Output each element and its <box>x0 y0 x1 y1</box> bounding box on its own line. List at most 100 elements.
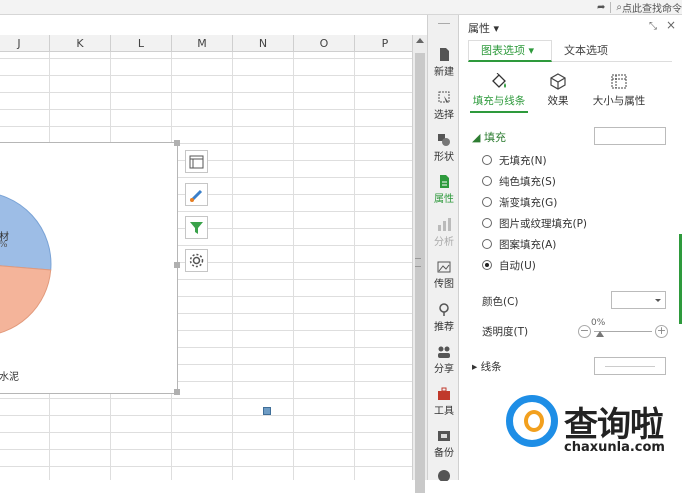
properties-icon <box>440 175 449 188</box>
line-section-title: 线条 <box>480 361 502 373</box>
column-header-o[interactable]: O <box>294 35 355 51</box>
dock-item-share[interactable]: 分享 <box>428 345 460 375</box>
chart-style-brush-icon <box>190 189 203 202</box>
column-header-l[interactable]: L <box>111 35 172 51</box>
chart-elements-icon <box>189 155 204 168</box>
fill-option-pattern[interactable]: 图案填充(A) <box>482 236 556 252</box>
scroll-up-icon[interactable] <box>416 38 424 43</box>
dock-item-new[interactable]: 新建 <box>428 48 460 78</box>
fill-option-label: 图片或纹理填充(P) <box>499 217 588 230</box>
command-search[interactable]: ➦ ⌕ 点此查找命令 <box>597 0 682 15</box>
scroll-thumb[interactable] <box>415 53 425 493</box>
right-dock: 新建 选择 形状 属性 分析 传图 推荐 分享 工具 备份 <box>427 15 460 482</box>
watermark-url: chaxunla.com <box>564 440 665 455</box>
dock-label-share: 分享 <box>434 364 454 375</box>
fill-option-auto[interactable]: 自动(U) <box>482 257 536 273</box>
column-header-p[interactable]: P <box>355 35 412 51</box>
radio-picture-fill[interactable] <box>482 218 492 228</box>
resize-handle-top-right[interactable] <box>174 140 180 146</box>
dock-item-properties[interactable]: 属性 <box>428 175 460 205</box>
selection-marker[interactable] <box>263 407 271 415</box>
dock-label-shapes: 形状 <box>434 152 454 163</box>
transparency-value: 0% <box>591 318 606 328</box>
magnifier-logo-icon <box>506 395 558 447</box>
subtab-size-label: 大小与属性 <box>592 95 646 107</box>
pie-chart[interactable]: 材 % 水泥 <box>0 140 180 395</box>
collapse-triangle-icon: ◢ <box>472 131 484 144</box>
column-header-m[interactable]: M <box>172 35 233 51</box>
panel-resize-grip[interactable] <box>415 258 421 267</box>
dock-item-toolbox[interactable]: 工具 <box>428 387 460 417</box>
dock-item-analysis[interactable]: 分析 <box>428 218 460 248</box>
fill-section-toggle[interactable]: ◢ 填充 <box>472 129 506 145</box>
radio-pattern-fill[interactable] <box>482 239 492 249</box>
dock-label-select: 选择 <box>434 110 454 121</box>
panel-title[interactable]: 属性 ▾ <box>468 20 499 36</box>
fill-option-label: 自动(U) <box>499 259 536 272</box>
pie-label-shuini: 水泥 <box>0 372 19 383</box>
watermark-logo: 查询啦 chaxunla.com <box>506 395 682 463</box>
resize-handle-right[interactable] <box>174 262 180 268</box>
radio-gradient-fill[interactable] <box>482 197 492 207</box>
tab-text-options[interactable]: 文本选项 <box>564 40 608 62</box>
subtab-size-and-properties[interactable]: 大小与属性 <box>588 73 650 108</box>
fill-option-label: 无填充(N) <box>499 154 547 167</box>
subtab-fill-label: 填充与线条 <box>472 95 526 107</box>
line-preview-box <box>594 357 666 375</box>
expand-triangle-icon: ▸ <box>472 361 481 373</box>
slider-thumb[interactable] <box>596 331 604 337</box>
command-search-hint: 点此查找命令 <box>622 3 682 15</box>
dock-label-upload-image: 传图 <box>434 279 454 290</box>
chart-style-button[interactable] <box>185 183 208 206</box>
shapes-icon <box>438 134 450 146</box>
dock-item-recommend[interactable]: 推荐 <box>428 303 460 333</box>
transparency-label: 透明度(T) <box>482 326 529 338</box>
dock-label-new: 新建 <box>434 67 454 78</box>
share-arrow-icon[interactable]: ➦ <box>597 2 605 13</box>
dock-label-backup: 备份 <box>434 448 454 459</box>
dock-item-upload-image[interactable]: 传图 <box>428 260 460 290</box>
size-grid-icon <box>611 74 627 89</box>
column-header-j[interactable]: J <box>0 35 50 51</box>
fill-option-picture[interactable]: 图片或纹理填充(P) <box>482 215 587 231</box>
subtab-fill-and-line[interactable]: 填充与线条 <box>470 73 528 108</box>
subtab-effect-label: 效果 <box>547 95 569 107</box>
logo-q-icon <box>524 410 544 432</box>
tab-chart-options[interactable]: 图表选项 ▾ <box>468 40 552 62</box>
fill-option-gradient[interactable]: 渐变填充(G) <box>482 194 557 210</box>
line-section-toggle[interactable]: ▸ 线条 <box>472 359 502 374</box>
chart-elements-button[interactable] <box>185 150 208 173</box>
title-bar: ➦ ⌕ 点此查找命令 <box>0 0 682 15</box>
plus-icon[interactable]: + <box>655 325 668 338</box>
chart-filter-button[interactable] <box>185 216 208 239</box>
fill-option-none[interactable]: 无填充(N) <box>482 152 547 168</box>
pin-icon[interactable]: ⤡ <box>649 21 657 32</box>
paint-bucket-icon <box>492 73 506 88</box>
fill-option-solid[interactable]: 纯色填充(S) <box>482 173 556 189</box>
close-icon[interactable]: × <box>666 18 676 32</box>
backup-icon <box>438 431 450 441</box>
chart-filter-icon <box>190 221 203 234</box>
dock-item-select[interactable]: 选择 <box>428 91 460 121</box>
column-header-n[interactable]: N <box>233 35 294 51</box>
chart-settings-button[interactable] <box>185 249 208 272</box>
cube-effect-icon <box>550 73 566 90</box>
dock-grip <box>438 23 450 24</box>
radio-solid-fill[interactable] <box>482 176 492 186</box>
transparency-slider[interactable]: − 0% + <box>578 318 668 340</box>
fill-option-label: 纯色填充(S) <box>499 175 556 188</box>
fill-option-label: 图案填充(A) <box>499 238 557 251</box>
radio-auto-fill[interactable] <box>482 260 492 270</box>
subtab-effect[interactable]: 效果 <box>538 73 578 108</box>
radio-no-fill[interactable] <box>482 155 492 165</box>
column-header-k[interactable]: K <box>50 35 111 51</box>
pie-slice-shuini[interactable] <box>0 264 52 336</box>
fill-option-label: 渐变填充(G) <box>499 196 558 209</box>
dock-item-shapes[interactable]: 形状 <box>428 133 460 163</box>
resize-handle-bottom-right[interactable] <box>174 389 180 395</box>
minus-icon[interactable]: − <box>578 325 591 338</box>
chevron-down-icon <box>655 299 661 302</box>
dock-item-help[interactable] <box>428 469 460 484</box>
dock-item-backup[interactable]: 备份 <box>428 429 460 459</box>
color-dropdown[interactable] <box>611 291 666 309</box>
